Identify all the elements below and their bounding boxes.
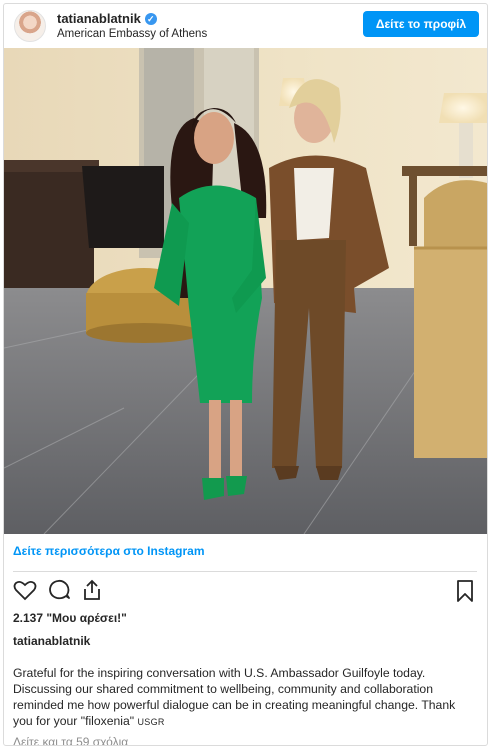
post-image[interactable] [4,48,487,534]
post-photo-illustration [4,48,487,534]
instagram-embed-card: tatianablatnik ✓ American Embassy of Ath… [3,3,488,746]
avatar[interactable] [14,10,46,42]
heart-icon[interactable] [13,579,37,606]
user-info: tatianablatnik ✓ American Embassy of Ath… [57,11,207,40]
caption-text: Grateful for the inspiring conversation … [13,665,475,730]
username-link[interactable]: tatianablatnik [57,11,141,26]
caption-signature: USGR [137,717,165,727]
divider [13,571,477,572]
bookmark-icon[interactable] [455,579,475,608]
post-header: tatianablatnik ✓ American Embassy of Ath… [4,4,487,48]
action-bar [4,579,487,607]
verified-badge-icon: ✓ [144,12,157,25]
comment-icon[interactable] [47,579,71,606]
caption-body: Grateful for the inspiring conversation … [13,666,456,728]
share-icon[interactable] [80,579,104,606]
see-more-instagram-link[interactable]: Δείτε περισσότερα στο Instagram [13,544,205,558]
view-all-comments-link[interactable]: Δείτε και τα 59 σχόλια [13,735,128,745]
likes-count[interactable]: 2.137 "Μου αρέσει!" [13,611,127,625]
username-row: tatianablatnik ✓ [57,11,207,26]
caption-username[interactable]: tatianablatnik [13,634,90,648]
view-profile-button[interactable]: Δείτε το προφίλ [363,11,479,37]
location-link[interactable]: American Embassy of Athens [57,28,207,40]
